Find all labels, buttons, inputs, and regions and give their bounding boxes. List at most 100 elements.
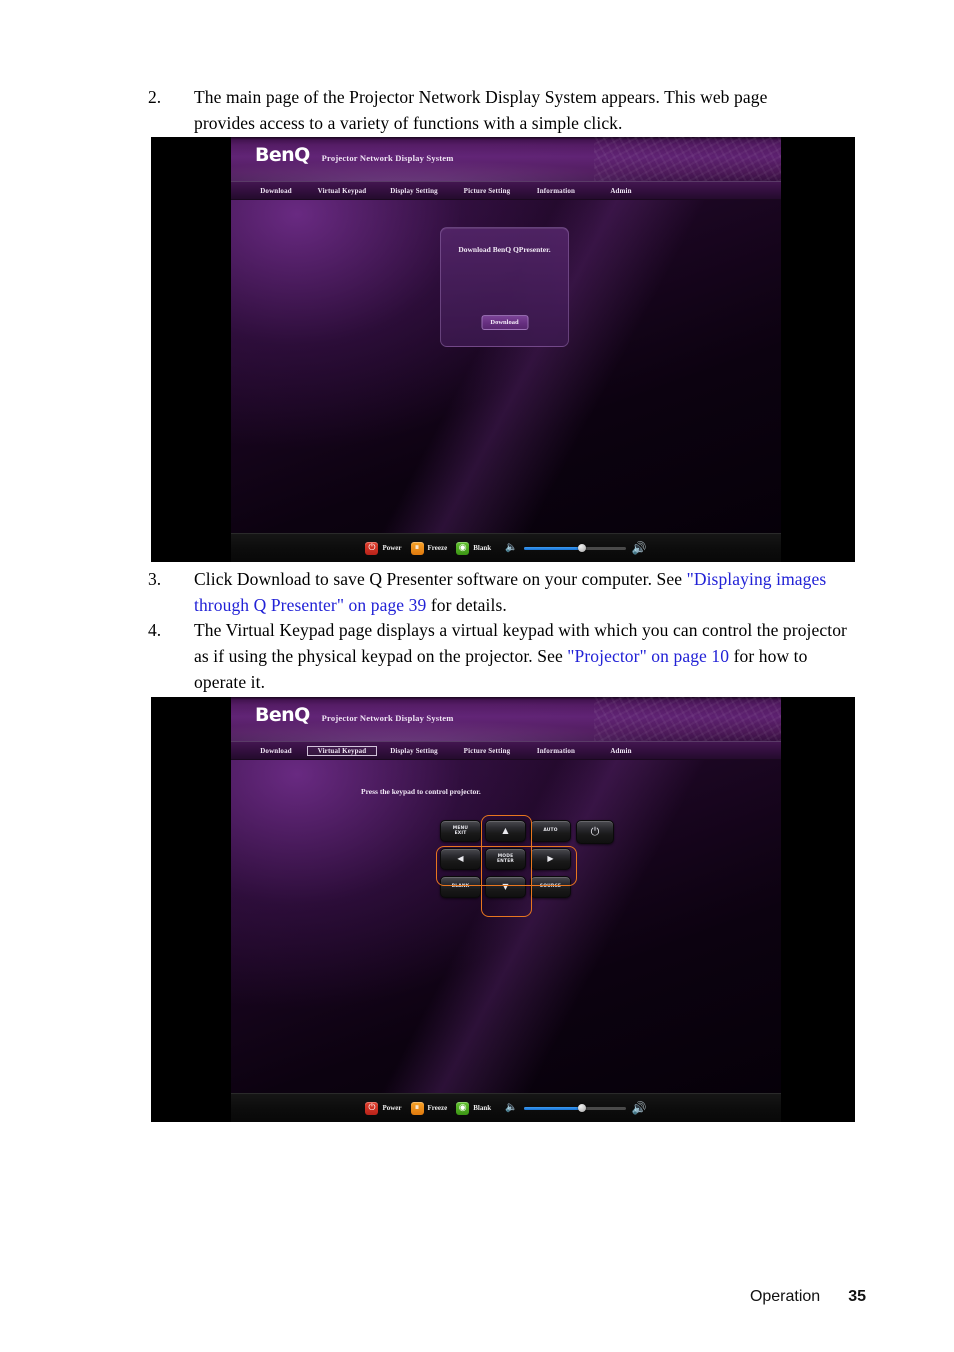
key-right-lock[interactable]: ▶	[530, 848, 571, 870]
brand-logo-group-2: BenQ Projector Network Display System	[255, 706, 454, 725]
toolbar2-power[interactable]: ⏻ Power	[365, 1101, 402, 1115]
pause-icon-2: ⏸	[410, 1101, 424, 1115]
key-source[interactable]: SOURCE	[530, 876, 571, 898]
step-3-segment-2: for details.	[426, 595, 507, 615]
step-3: 3. Click Download to save Q Presenter so…	[148, 566, 848, 618]
volume-slider-fill-2	[523, 1106, 582, 1110]
brand-logo-group: BenQ Projector Network Display System	[255, 146, 454, 165]
toolbar2-blank-label: Blank	[473, 1104, 492, 1112]
download-button[interactable]: Download	[481, 315, 528, 330]
keypad-hint: Press the keypad to control projector.	[361, 787, 481, 796]
nav2-item-admin[interactable]: Admin	[589, 746, 653, 756]
benq-logo-2: BenQ	[255, 704, 310, 726]
nav2-item-information[interactable]: Information	[523, 746, 589, 756]
nav2-item-download[interactable]: Download	[245, 746, 307, 756]
key-blank-label: BLANK	[451, 884, 470, 890]
key-auto-label: AUTO	[543, 828, 558, 834]
keypad-page-toolbar: ⏻ Power ⏸ Freeze ◉ Blank 🔈 🔊	[231, 1093, 781, 1122]
arrow-up-icon: ▲	[502, 826, 509, 835]
key-up-keystone[interactable]: ▲	[485, 820, 526, 842]
volume-slider-knob[interactable]	[577, 544, 586, 552]
volume-slider-knob-2[interactable]	[577, 1104, 586, 1112]
toolbar2-blank[interactable]: ◉ Blank	[456, 1101, 492, 1115]
pause-icon: ⏸	[410, 541, 424, 555]
volume-control[interactable]: 🔈 🔊	[505, 542, 646, 554]
download-panel-title: Download BenQ QPresenter.	[458, 245, 551, 254]
key-menu-exit-line2: EXIT	[454, 831, 467, 836]
nav-item-virtual-keypad[interactable]: Virtual Keypad	[307, 186, 377, 196]
benq-logo: BenQ	[255, 144, 310, 166]
key-mode-enter[interactable]: MODE ENTER	[485, 848, 526, 870]
key-power[interactable]: ⏻	[576, 820, 614, 844]
download-page-body: Download BenQ QPresenter. Download	[231, 200, 781, 562]
nav2-item-virtual-keypad[interactable]: Virtual Keypad	[307, 745, 377, 756]
key-left-volume[interactable]: ◀	[440, 848, 481, 870]
toolbar2-freeze-label: Freeze	[427, 1104, 448, 1112]
volume-slider-track[interactable]	[523, 544, 626, 552]
nav-item-admin[interactable]: Admin	[589, 186, 653, 196]
footer-section: Operation	[749, 1288, 821, 1305]
arrow-down-icon: ▼	[502, 882, 509, 891]
key-menu-exit-labels: MENU EXIT	[453, 826, 468, 837]
power-icon-2: ⏻	[365, 1101, 379, 1115]
footer-page-number: 35	[848, 1288, 866, 1305]
keypad-page-navbar: Download Virtual Keypad Display Setting …	[231, 741, 781, 760]
nav-item-display-setting[interactable]: Display Setting	[377, 186, 451, 196]
link-projector[interactable]: "Projector" on page 10	[567, 646, 729, 666]
blank-screen-icon-2: ◉	[456, 1101, 470, 1115]
manual-page: 2. The main page of the Projector Networ…	[0, 0, 954, 1352]
nav-item-download[interactable]: Download	[245, 186, 307, 196]
key-menu-exit[interactable]: MENU EXIT	[440, 820, 481, 842]
nav2-item-picture-setting[interactable]: Picture Setting	[451, 746, 523, 756]
toolbar2-power-label: Power	[382, 1104, 402, 1112]
nav-item-picture-setting[interactable]: Picture Setting	[451, 186, 523, 196]
power-icon-key: ⏻	[590, 825, 600, 838]
nav2-item-display-setting[interactable]: Display Setting	[377, 746, 451, 756]
volume-slider-track-2[interactable]	[523, 1104, 626, 1112]
arrow-right-icon: ▶	[547, 854, 554, 863]
arrow-left-icon: ◀	[457, 854, 464, 863]
toolbar-blank[interactable]: ◉ Blank	[456, 541, 492, 555]
step-2: 2. The main page of the Projector Networ…	[148, 84, 828, 136]
nav-item-information[interactable]: Information	[523, 186, 589, 196]
step-2-segment-0: The main page of the Projector Network D…	[194, 87, 768, 133]
system-title: Projector Network Display System	[321, 153, 454, 163]
screenshot-download-page: BenQ Projector Network Display System Do…	[151, 137, 855, 562]
system-title-2: Projector Network Display System	[321, 713, 454, 723]
download-page-navbar: Download Virtual Keypad Display Setting …	[231, 181, 781, 200]
toolbar-freeze[interactable]: ⏸ Freeze	[410, 541, 447, 555]
speaker-low-icon: 🔈	[505, 542, 518, 553]
key-mode-enter-line2: ENTER	[496, 859, 515, 864]
power-icon: ⏻	[365, 541, 379, 555]
key-source-label: SOURCE	[539, 884, 562, 890]
step-2-text: The main page of the Projector Network D…	[194, 84, 828, 136]
toolbar2-freeze[interactable]: ⏸ Freeze	[410, 1101, 448, 1115]
key-auto[interactable]: AUTO	[530, 820, 571, 842]
toolbar-power-label: Power	[382, 544, 402, 552]
keypad-page-viewport: BenQ Projector Network Display System Do…	[231, 697, 781, 1122]
step-4-number: 4.	[148, 620, 162, 640]
speaker-high-icon-2: 🔊	[631, 1101, 647, 1115]
toolbar-blank-label: Blank	[473, 544, 492, 552]
speaker-high-icon: 🔊	[631, 541, 647, 555]
speaker-low-icon-2: 🔈	[505, 1102, 518, 1113]
volume-control-2[interactable]: 🔈 🔊	[505, 1102, 646, 1114]
download-page-toolbar: ⏻ Power ⏸ Freeze ◉ Blank 🔈 🔊	[231, 533, 781, 562]
keypad-page-body: Press the keypad to control projector. M…	[231, 760, 781, 1122]
volume-slider-fill	[523, 546, 582, 550]
download-page-header: BenQ Projector Network Display System	[231, 137, 781, 181]
page-footer: Operation 35	[750, 1288, 866, 1306]
key-down-keystone[interactable]: ▼	[485, 876, 526, 898]
download-page-viewport: BenQ Projector Network Display System Do…	[231, 137, 781, 562]
key-blank[interactable]: BLANK	[440, 876, 481, 898]
step-3-segment-0: Click Download to save Q Presenter softw…	[194, 569, 687, 589]
keypad-page-header: BenQ Projector Network Display System	[231, 697, 781, 741]
blank-screen-icon: ◉	[456, 541, 470, 555]
virtual-keypad: MENU EXIT ▲ AUTO ◀ MODE ENTER ▶ BLANK ▼ …	[440, 820, 571, 898]
download-panel: Download BenQ QPresenter. Download	[440, 227, 569, 347]
step-3-text: Click Download to save Q Presenter softw…	[194, 566, 848, 618]
key-mode-enter-labels: MODE ENTER	[497, 854, 514, 865]
step-3-number: 3.	[148, 569, 162, 589]
toolbar-power[interactable]: ⏻ Power	[365, 541, 402, 555]
step-4: 4. The Virtual Keypad page displays a vi…	[148, 617, 848, 695]
